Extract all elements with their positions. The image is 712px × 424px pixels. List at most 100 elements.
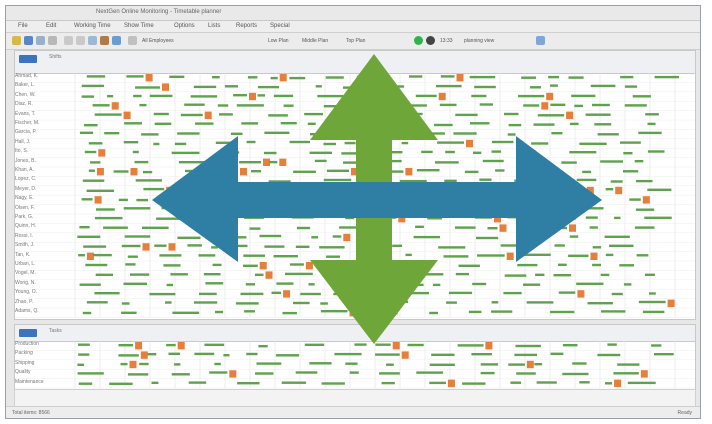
shift-bar[interactable] bbox=[123, 141, 139, 144]
shift-bar[interactable] bbox=[135, 86, 160, 89]
shift-bar[interactable] bbox=[550, 84, 558, 87]
absence-marker[interactable] bbox=[168, 243, 176, 251]
shift-bar[interactable] bbox=[332, 235, 342, 238]
shift-bar[interactable] bbox=[308, 283, 315, 286]
shift-bar[interactable] bbox=[476, 198, 486, 201]
shift-bar[interactable] bbox=[244, 310, 255, 313]
shift-bar[interactable] bbox=[482, 159, 504, 163]
shift-bar[interactable] bbox=[368, 282, 391, 285]
shift-bar[interactable] bbox=[257, 85, 279, 89]
shift-bar[interactable] bbox=[198, 207, 220, 210]
shift-bar[interactable] bbox=[372, 225, 381, 229]
shift-bar[interactable] bbox=[644, 216, 672, 219]
shift-bar[interactable] bbox=[504, 112, 519, 116]
shift-bar[interactable] bbox=[166, 283, 173, 287]
shift-bar[interactable] bbox=[406, 291, 429, 295]
shift-bar[interactable] bbox=[281, 381, 307, 384]
shift-bar[interactable] bbox=[92, 104, 110, 107]
shift-bar[interactable] bbox=[464, 170, 479, 174]
absence-marker[interactable] bbox=[279, 74, 287, 82]
shift-bar[interactable] bbox=[320, 310, 348, 313]
shift-bar[interactable] bbox=[289, 76, 306, 80]
shift-bar[interactable] bbox=[369, 244, 380, 247]
shift-bar[interactable] bbox=[205, 282, 224, 285]
shift-bar[interactable] bbox=[291, 216, 314, 219]
shift-bar[interactable] bbox=[531, 142, 549, 145]
shift-bar[interactable] bbox=[339, 226, 362, 229]
shift-bar[interactable] bbox=[335, 131, 357, 134]
shift-bar[interactable] bbox=[548, 75, 560, 79]
shift-bar[interactable] bbox=[450, 199, 462, 202]
shift-bar[interactable] bbox=[188, 381, 207, 384]
shift-bar[interactable] bbox=[415, 94, 437, 98]
shift-bar[interactable] bbox=[230, 132, 243, 135]
task-planning-grid[interactable]: Tasks Production Packing Shipping Quality Ma… bbox=[14, 324, 696, 390]
shift-bar[interactable] bbox=[177, 132, 200, 135]
shift-bar[interactable] bbox=[217, 151, 240, 154]
shift-bar[interactable] bbox=[516, 372, 536, 375]
shift-bar[interactable] bbox=[93, 253, 112, 257]
shift-bar[interactable] bbox=[238, 188, 250, 191]
shift-bar[interactable] bbox=[556, 217, 576, 220]
shift-bar[interactable] bbox=[389, 300, 409, 303]
shift-bar[interactable] bbox=[134, 160, 149, 164]
shift-bar[interactable] bbox=[624, 104, 647, 107]
planning-view-button[interactable]: planning view bbox=[464, 38, 494, 44]
shift-bar[interactable] bbox=[143, 170, 153, 174]
shift-bar[interactable] bbox=[263, 188, 278, 191]
shift-bar[interactable] bbox=[135, 179, 162, 182]
shift-bar[interactable] bbox=[251, 170, 262, 173]
shift-bar[interactable] bbox=[214, 362, 221, 366]
absence-marker[interactable] bbox=[526, 360, 534, 369]
shift-bar[interactable] bbox=[384, 264, 402, 267]
shift-bar[interactable] bbox=[315, 85, 322, 88]
shift-bar[interactable] bbox=[264, 151, 277, 155]
shift-bar[interactable] bbox=[491, 310, 513, 313]
shift-bar[interactable] bbox=[197, 216, 215, 219]
menu-working-time[interactable]: Working Time bbox=[74, 23, 111, 29]
shift-bar[interactable] bbox=[446, 301, 457, 304]
shift-bar[interactable] bbox=[346, 302, 365, 305]
shift-bar[interactable] bbox=[634, 226, 655, 229]
shift-bar[interactable] bbox=[620, 75, 634, 79]
shift-bar[interactable] bbox=[275, 354, 300, 357]
shift-bar[interactable] bbox=[215, 179, 233, 182]
shift-bar[interactable] bbox=[326, 263, 342, 267]
shift-bar[interactable] bbox=[126, 75, 144, 78]
shift-bar[interactable] bbox=[154, 244, 167, 247]
shift-bar[interactable] bbox=[491, 301, 499, 304]
shift-bar[interactable] bbox=[282, 311, 297, 315]
shift-bar[interactable] bbox=[341, 152, 365, 155]
redo-icon[interactable] bbox=[76, 36, 85, 45]
absence-marker[interactable] bbox=[166, 186, 174, 195]
shift-bar[interactable] bbox=[613, 372, 639, 375]
undo-icon[interactable] bbox=[64, 36, 73, 45]
shift-bar[interactable] bbox=[118, 344, 134, 347]
shift-bar[interactable] bbox=[249, 227, 261, 230]
shift-bar[interactable] bbox=[354, 206, 366, 210]
shift-bar[interactable] bbox=[95, 273, 113, 276]
menu-edit[interactable]: Edit bbox=[46, 23, 56, 29]
shift-bar[interactable] bbox=[491, 150, 502, 153]
shift-bar[interactable] bbox=[413, 263, 424, 266]
shift-bar[interactable] bbox=[194, 301, 218, 304]
shift-bar[interactable] bbox=[81, 95, 95, 98]
absence-marker[interactable] bbox=[129, 360, 137, 369]
shift-bar[interactable] bbox=[479, 178, 492, 181]
shift-bar[interactable] bbox=[139, 362, 149, 366]
absence-marker[interactable] bbox=[401, 351, 409, 359]
absence-marker[interactable] bbox=[506, 252, 514, 260]
shift-bar[interactable] bbox=[326, 255, 340, 258]
shift-bar[interactable] bbox=[627, 381, 656, 385]
help-icon[interactable] bbox=[536, 36, 545, 45]
shift-bar[interactable] bbox=[79, 226, 90, 229]
shift-bar[interactable] bbox=[141, 133, 159, 136]
shift-bar[interactable] bbox=[574, 199, 596, 202]
shift-bar[interactable] bbox=[90, 161, 101, 164]
shift-bar[interactable] bbox=[445, 150, 455, 154]
shift-bar[interactable] bbox=[215, 141, 236, 144]
absence-marker[interactable] bbox=[640, 370, 648, 378]
shift-bar[interactable] bbox=[565, 207, 575, 210]
shift-bar[interactable] bbox=[437, 141, 464, 144]
shift-bar[interactable] bbox=[320, 302, 328, 305]
